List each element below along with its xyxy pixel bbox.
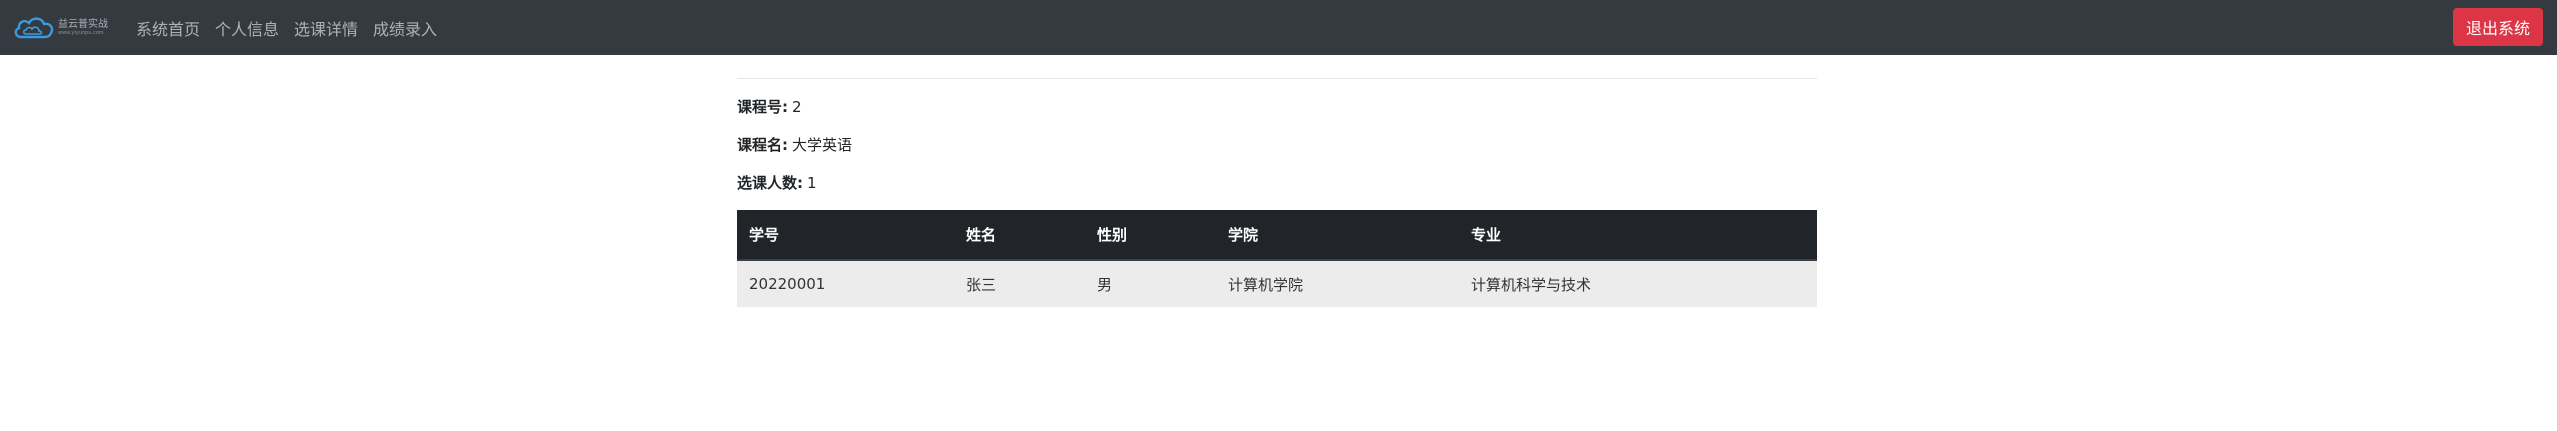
brand-text-block: 益云普实战 www.yiyunpu.com [58,18,108,36]
divider [737,78,1817,79]
cell-gender: 男 [1097,275,1113,294]
nav-item-home[interactable]: 系统首页 [136,16,200,40]
nav-item-course-details[interactable]: 选课详情 [294,16,358,40]
table-body: 20220001 张三 男 计算机学院 计算机科学与技术 [737,260,1817,307]
table-header: 学号 姓名 性别 学院 专业 [737,210,1817,261]
cell-student-id: 20220001 [749,275,826,293]
header-gender: 性别 [1085,210,1216,261]
header-name: 姓名 [954,210,1085,261]
cell-name: 张三 [966,275,997,294]
course-id-value: 2 [792,98,802,116]
enrollment-count-row: 选课人数: 1 [737,173,1817,193]
table-header-row: 学号 姓名 性别 学院 专业 [737,210,1817,261]
cloud-icon [14,16,54,38]
enrollment-count-value: 1 [807,174,817,192]
header-major: 专业 [1459,210,1817,261]
course-name-value: 大学英语 [792,136,853,154]
enrollment-count-label: 选课人数: [737,174,803,192]
brand-title: 益云普实战 [58,18,108,30]
course-name-label: 课程名: [737,136,788,154]
table-row: 20220001 张三 男 计算机学院 计算机科学与技术 [737,260,1817,307]
logout-button[interactable]: 退出系统 [2452,8,2543,46]
nav-item-grade-entry[interactable]: 成绩录入 [373,16,437,40]
course-id-label: 课程号: [737,98,788,116]
cell-major: 计算机科学与技术 [1471,275,1592,294]
top-navbar: 益云普实战 www.yiyunpu.com 系统首页 个人信息 选课详情 成绩录… [0,0,2557,55]
cell-college: 计算机学院 [1228,275,1304,294]
enrollment-table: 学号 姓名 性别 学院 专业 20220001 张三 男 计算机学院 计算机科学… [737,210,1817,307]
nav-links: 系统首页 个人信息 选课详情 成绩录入 [136,16,452,40]
header-college: 学院 [1216,210,1459,261]
course-id-row: 课程号: 2 [737,97,1817,117]
brand-subtitle: www.yiyunpu.com [58,29,104,36]
course-name-row: 课程名: 大学英语 [737,135,1817,155]
brand-logo[interactable]: 益云普实战 www.yiyunpu.com [12,13,118,43]
header-student-id: 学号 [737,210,954,261]
nav-item-profile[interactable]: 个人信息 [215,16,279,40]
main-content: 课程号: 2 课程名: 大学英语 选课人数: 1 学号 姓名 性别 学院 专业 202… [737,78,1817,307]
